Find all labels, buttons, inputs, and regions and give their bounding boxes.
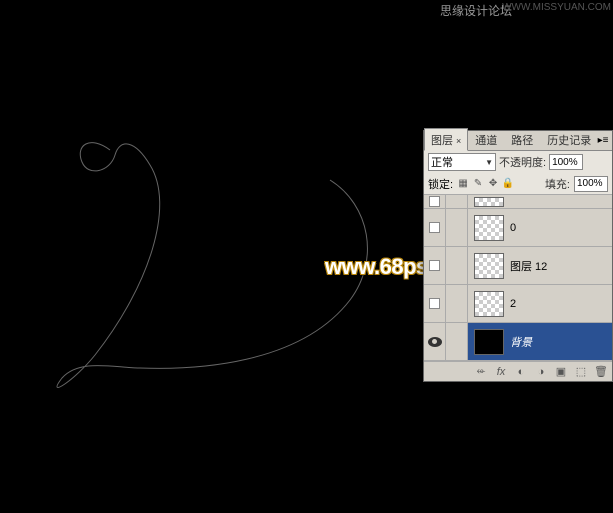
opacity-label: 不透明度: bbox=[499, 154, 546, 170]
opacity-input[interactable]: 100% bbox=[549, 154, 583, 170]
fill-label: 填充: bbox=[545, 176, 570, 192]
layer-row[interactable]: 0 bbox=[424, 209, 612, 247]
visibility-toggle[interactable] bbox=[424, 195, 446, 208]
layer-row[interactable]: 背景 bbox=[424, 323, 612, 361]
panel-footer: ⬰ fx ◐ ◑ ▣ ⬚ 🗑 bbox=[424, 361, 612, 381]
link-col[interactable] bbox=[446, 285, 468, 322]
tab-layers[interactable]: 图层× bbox=[424, 128, 468, 151]
fill-input[interactable]: 100% bbox=[574, 176, 608, 192]
blend-mode-select[interactable]: 正常 ▼ bbox=[428, 153, 496, 171]
link-col[interactable] bbox=[446, 323, 468, 360]
visibility-toggle[interactable] bbox=[424, 323, 446, 360]
visibility-toggle[interactable] bbox=[424, 285, 446, 322]
close-icon[interactable]: × bbox=[456, 136, 461, 146]
layers-panel: ▸≡ 图层× 通道 路径 历史记录 正常 ▼ 不透明度: 100% 锁定: ▦ … bbox=[423, 130, 613, 382]
new-group-icon[interactable]: ▣ bbox=[554, 365, 568, 379]
lock-icons: ▦ ✎ ✥ 🔒 bbox=[457, 178, 514, 190]
new-layer-icon[interactable]: ⬚ bbox=[574, 365, 588, 379]
layer-row[interactable] bbox=[424, 195, 612, 209]
layer-thumbnail[interactable] bbox=[474, 197, 504, 207]
site-url: WWW.MISSYUAN.COM bbox=[502, 2, 611, 13]
fill-value: 100% bbox=[577, 178, 603, 189]
opacity-value: 100% bbox=[552, 157, 578, 168]
layer-name[interactable]: 背景 bbox=[510, 334, 612, 350]
layer-thumbnail[interactable] bbox=[474, 291, 504, 317]
tab-layers-label: 图层 bbox=[431, 135, 453, 147]
panel-menu-icon[interactable]: ▸≡ bbox=[596, 133, 610, 147]
layer-row[interactable]: 图层 12 bbox=[424, 247, 612, 285]
lock-pixels-icon[interactable]: ✎ bbox=[472, 178, 484, 190]
layer-style-icon[interactable]: fx bbox=[494, 365, 508, 379]
layer-thumbnail[interactable] bbox=[474, 253, 504, 279]
layer-name[interactable]: 图层 12 bbox=[510, 258, 612, 274]
layer-row[interactable]: 2 bbox=[424, 285, 612, 323]
link-layers-icon[interactable]: ⬰ bbox=[474, 365, 488, 379]
lock-label: 锁定: bbox=[428, 176, 453, 192]
chevron-down-icon: ▼ bbox=[485, 158, 493, 167]
layer-name[interactable]: 0 bbox=[510, 222, 612, 234]
link-col[interactable] bbox=[446, 195, 468, 208]
delete-layer-icon[interactable]: 🗑 bbox=[594, 365, 608, 379]
panel-tabs: 图层× 通道 路径 历史记录 bbox=[424, 131, 612, 151]
link-col[interactable] bbox=[446, 209, 468, 246]
lock-all-icon[interactable]: 🔒 bbox=[502, 178, 514, 190]
layer-thumbnail[interactable] bbox=[474, 329, 504, 355]
lock-position-icon[interactable]: ✥ bbox=[487, 178, 499, 190]
blend-opacity-row: 正常 ▼ 不透明度: 100% bbox=[424, 151, 612, 173]
tab-paths[interactable]: 路径 bbox=[504, 128, 540, 150]
lock-fill-row: 锁定: ▦ ✎ ✥ 🔒 填充: 100% bbox=[424, 173, 612, 195]
layer-name[interactable]: 2 bbox=[510, 298, 612, 310]
layer-mask-icon[interactable]: ◐ bbox=[514, 365, 528, 379]
lock-transparency-icon[interactable]: ▦ bbox=[457, 178, 469, 190]
layers-list: 0 图层 12 2 背景 bbox=[424, 195, 612, 361]
eye-icon bbox=[428, 337, 442, 347]
link-col[interactable] bbox=[446, 247, 468, 284]
tab-channels[interactable]: 通道 bbox=[468, 128, 504, 150]
visibility-toggle[interactable] bbox=[424, 247, 446, 284]
visibility-toggle[interactable] bbox=[424, 209, 446, 246]
layer-thumbnail[interactable] bbox=[474, 215, 504, 241]
blend-mode-value: 正常 bbox=[431, 154, 453, 170]
adjustment-layer-icon[interactable]: ◑ bbox=[534, 365, 548, 379]
tab-history[interactable]: 历史记录 bbox=[540, 128, 598, 150]
